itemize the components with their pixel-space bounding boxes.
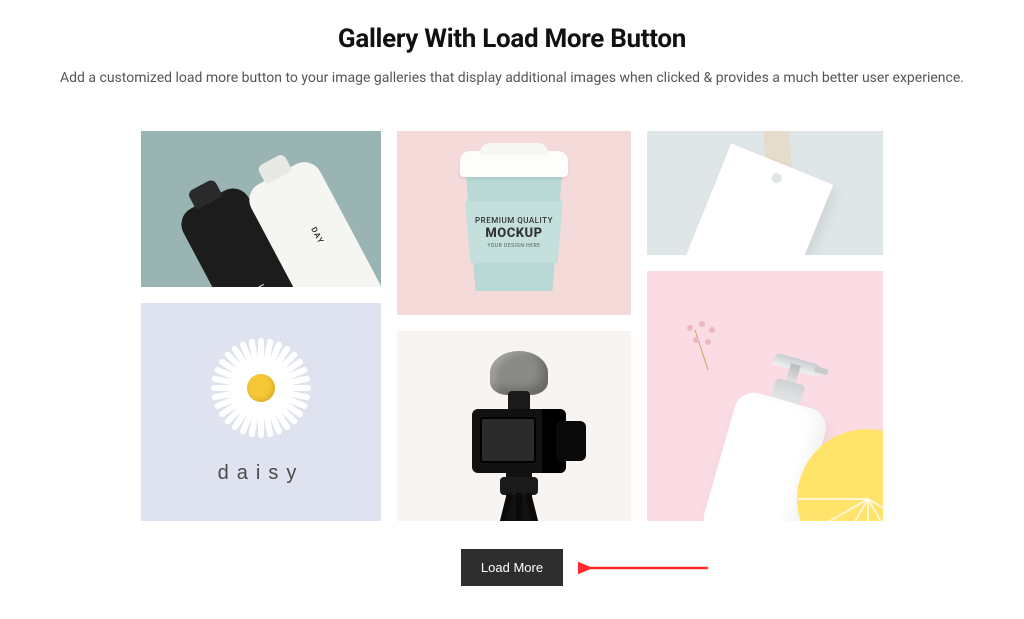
load-more-button[interactable]: Load More: [461, 549, 563, 586]
bottle-black-label: IGHT: [256, 283, 274, 287]
camera-icon: [444, 351, 584, 521]
bottle-white-label: DAY: [309, 225, 325, 245]
page-title: Gallery With Load More Button: [60, 24, 964, 54]
gallery-item-bottles[interactable]: IGHT DAY: [141, 131, 381, 287]
image-gallery: IGHT DAY daisy P: [132, 131, 892, 521]
annotation-arrow-icon: [578, 556, 718, 580]
gallery-item-camera[interactable]: [397, 331, 631, 521]
cup-text-line3: YOUR DESIGN HERE: [488, 243, 541, 249]
gallery-item-soap[interactable]: [647, 271, 883, 521]
gallery-item-daisy[interactable]: daisy: [141, 303, 381, 521]
price-tag-icon: [679, 143, 833, 255]
coffee-cup-icon: PREMIUM QUALITY MOCKUP YOUR DESIGN HERE: [454, 157, 574, 297]
gallery-item-tag[interactable]: [647, 131, 883, 255]
cup-text-line1: PREMIUM QUALITY: [475, 216, 553, 225]
daisy-flower-icon: [201, 328, 321, 448]
gallery-item-cup[interactable]: PREMIUM QUALITY MOCKUP YOUR DESIGN HERE: [397, 131, 631, 315]
flower-sprig-icon: [669, 319, 729, 369]
daisy-caption: daisy: [218, 462, 305, 485]
cup-text-line2: MOCKUP: [485, 226, 542, 241]
page-subtitle: Add a customized load more button to you…: [60, 68, 964, 89]
